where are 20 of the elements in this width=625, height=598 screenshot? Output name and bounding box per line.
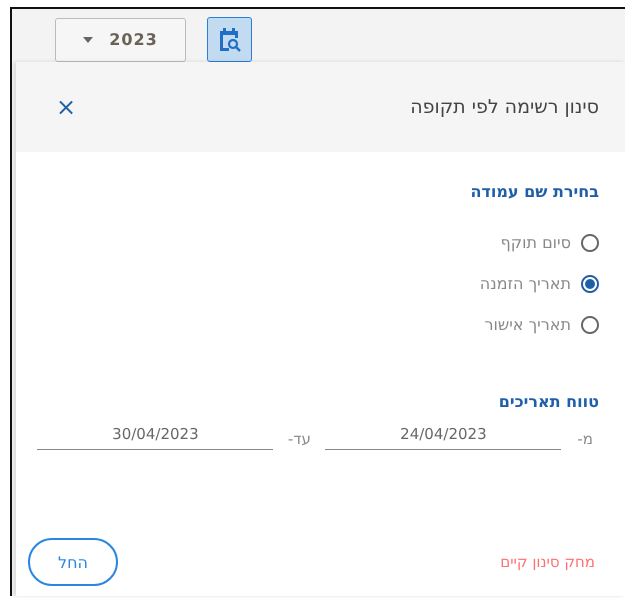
radio-option[interactable]: תאריך הזמנה <box>480 274 599 293</box>
radio-button[interactable] <box>581 234 599 252</box>
from-date-field[interactable]: 24/04/2023 <box>325 425 562 450</box>
year-dropdown[interactable]: 2023 <box>55 18 186 62</box>
radio-option[interactable]: סיום תוקף <box>500 233 599 252</box>
dialog-title: סינון רשימה לפי תקופה <box>410 96 599 118</box>
section-heading: טווח תאריכים <box>498 392 599 411</box>
from-label: מ- <box>577 430 593 450</box>
apply-button[interactable]: החל <box>28 538 118 586</box>
radio-button[interactable] <box>581 316 599 334</box>
to-label: עד- <box>286 430 312 450</box>
to-date-field[interactable]: 30/04/2023 <box>37 425 274 450</box>
calendar-search-button[interactable] <box>207 17 252 62</box>
close-button[interactable]: × <box>56 93 76 121</box>
calendar-search-icon <box>218 26 242 52</box>
caret-icon <box>83 36 94 42</box>
radio-button[interactable] <box>581 274 599 292</box>
section-heading: בחירת שם עמודה <box>469 182 599 201</box>
clear-filter-link[interactable]: מחק סינון קיים <box>500 553 595 571</box>
radio-option[interactable]: תאריך אישור <box>484 315 599 334</box>
